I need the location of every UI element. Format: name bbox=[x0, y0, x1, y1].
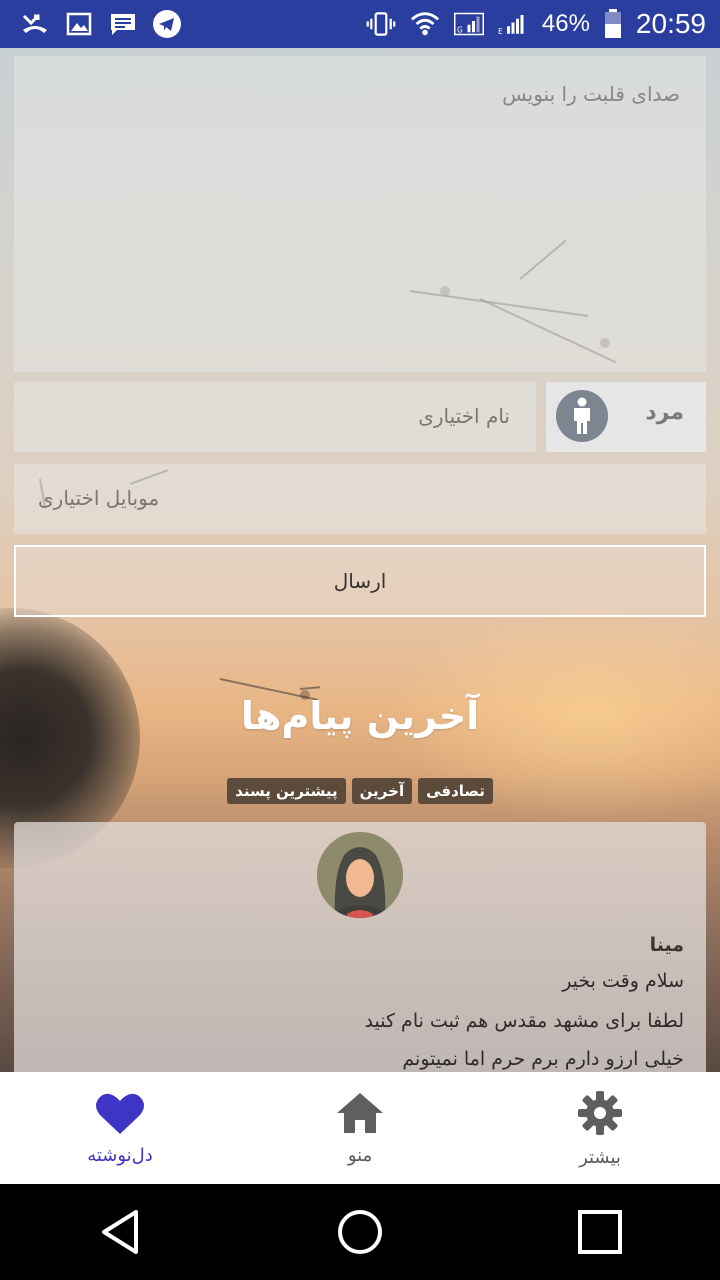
message-line: خیلی ارزو دارم برم حرم اما نمیتونم bbox=[402, 1048, 684, 1070]
signal-icon: E bbox=[498, 11, 528, 37]
message-line: لطفا برای مشهد مقدس هم ثبت نام کنید bbox=[364, 1010, 684, 1032]
nav-item-label: بیشتر bbox=[579, 1146, 621, 1168]
mobile-field[interactable]: موبایل اختیاری bbox=[14, 464, 706, 534]
filter-tabs: تصادفی آخرین پیشترین پسند bbox=[0, 778, 720, 804]
gender-selector[interactable]: مرد bbox=[546, 382, 706, 452]
message-textarea[interactable]: صدای قلبت را بنویس bbox=[14, 56, 706, 372]
recent-apps-icon[interactable] bbox=[570, 1202, 630, 1262]
home-icon bbox=[335, 1091, 385, 1139]
wifi-icon bbox=[410, 11, 440, 37]
nav-item-more[interactable]: بیشتر bbox=[520, 1089, 680, 1168]
message-line: سلام وقت بخیر bbox=[562, 970, 684, 992]
nav-item-menu[interactable]: منو bbox=[280, 1091, 440, 1166]
filter-random[interactable]: تصادفی bbox=[418, 778, 493, 804]
nav-item-heart[interactable]: دل‌نوشته bbox=[40, 1091, 200, 1166]
male-icon bbox=[556, 390, 608, 442]
message-author: مینا bbox=[649, 934, 684, 956]
bottom-navigation: دل‌نوشته منو بیشتر bbox=[0, 1072, 720, 1184]
back-icon[interactable] bbox=[90, 1202, 150, 1262]
heart-icon bbox=[95, 1091, 145, 1139]
filter-most-liked[interactable]: پیشترین پسند bbox=[227, 778, 346, 804]
avatar bbox=[317, 832, 403, 918]
name-field[interactable]: نام اختیاری bbox=[14, 382, 536, 452]
gender-label: مرد bbox=[645, 400, 684, 425]
message-icon bbox=[108, 11, 138, 37]
gear-icon bbox=[576, 1089, 624, 1141]
nav-item-label: منو bbox=[347, 1144, 373, 1166]
missed-call-icon bbox=[20, 11, 50, 37]
message-card[interactable]: مینا سلام وقت بخیر لطفا برای مشهد مقدس ه… bbox=[14, 822, 706, 1082]
telegram-icon bbox=[152, 10, 182, 38]
svg-text:E: E bbox=[498, 27, 503, 36]
name-placeholder: نام اختیاری bbox=[418, 404, 510, 428]
signal-icon: G bbox=[453, 11, 484, 37]
vibrate-icon bbox=[366, 11, 396, 37]
battery-percent: 46% bbox=[541, 10, 590, 37]
latest-messages-title: آخرین پیام‌ها bbox=[240, 694, 480, 738]
nav-item-label: دل‌نوشته bbox=[87, 1144, 153, 1166]
status-bar: G E 46% 20:59 bbox=[0, 0, 720, 48]
battery-icon bbox=[604, 9, 622, 38]
gallery-icon bbox=[64, 11, 94, 37]
home-circle-icon[interactable] bbox=[330, 1202, 390, 1262]
send-button[interactable]: ارسال bbox=[14, 545, 706, 617]
svg-text:G: G bbox=[457, 25, 463, 34]
system-navigation-bar bbox=[0, 1184, 720, 1280]
mobile-placeholder: موبایل اختیاری bbox=[38, 486, 160, 510]
filter-latest[interactable]: آخرین bbox=[351, 778, 413, 804]
clock: 20:59 bbox=[635, 8, 706, 39]
message-placeholder: صدای قلبت را بنویس bbox=[502, 82, 680, 106]
